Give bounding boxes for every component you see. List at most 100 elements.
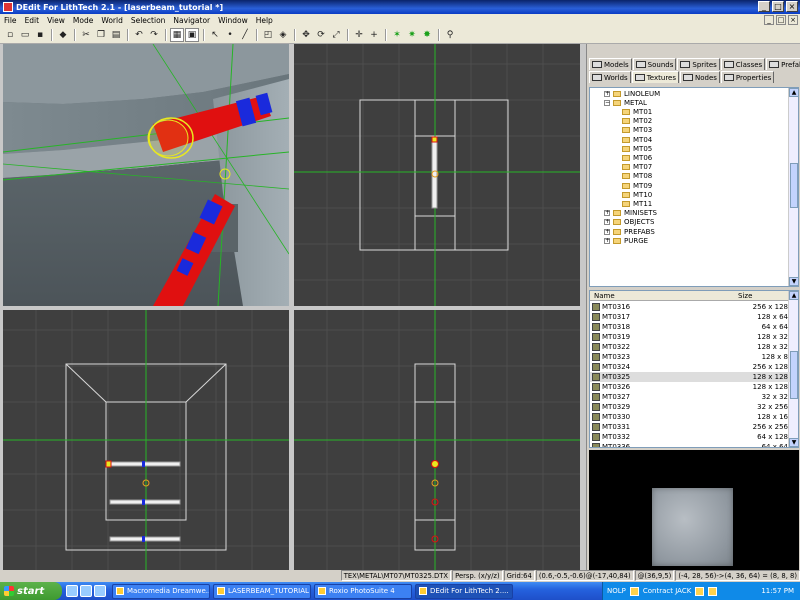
- green-burst-icon[interactable]: ✸: [420, 28, 434, 42]
- cube-icon[interactable]: ◆: [56, 28, 70, 42]
- grid-icon[interactable]: ▦: [170, 28, 184, 42]
- open-icon[interactable]: ▭: [18, 28, 32, 42]
- tree-item[interactable]: + MINISETS: [604, 209, 657, 218]
- side-viewport[interactable]: [294, 310, 580, 570]
- menu-view[interactable]: View: [43, 16, 69, 25]
- minimize-button[interactable]: _: [758, 1, 770, 12]
- tab-sounds[interactable]: Sounds: [632, 58, 677, 70]
- tab-sprites[interactable]: Sprites: [677, 58, 720, 70]
- marker-icon[interactable]: ✛: [352, 28, 366, 42]
- tree-item[interactable]: MT06: [622, 153, 652, 162]
- menu-mode[interactable]: Mode: [69, 16, 97, 25]
- top-viewport[interactable]: [294, 44, 580, 306]
- menu-file[interactable]: File: [0, 16, 21, 25]
- undo-icon[interactable]: ↶: [132, 28, 146, 42]
- column-name[interactable]: Name: [594, 292, 615, 300]
- scroll-down-arrow[interactable]: ▼: [789, 277, 798, 286]
- collapse-icon[interactable]: −: [604, 99, 610, 106]
- start-button[interactable]: start: [0, 582, 62, 600]
- taskbar-button[interactable]: LASERBEAM_TUTORIAL: [213, 583, 311, 599]
- tree-item[interactable]: MT09: [622, 181, 652, 190]
- column-size[interactable]: Size: [738, 292, 752, 300]
- taskbar-button[interactable]: Macromedia Dreamwe...: [112, 583, 210, 599]
- tree-item[interactable]: MT03: [622, 126, 652, 135]
- edge-icon[interactable]: ╱: [238, 28, 252, 42]
- taskbar-button[interactable]: Roxio PhotoSuite 4: [314, 583, 412, 599]
- texture-row[interactable]: MT0322 128 x 32: [590, 342, 790, 352]
- scroll-thumb[interactable]: [790, 351, 798, 399]
- texture-row[interactable]: MT0318 64 x 64: [590, 322, 790, 332]
- perspective-viewport[interactable]: [3, 44, 289, 306]
- tree-item[interactable]: + OBJECTS: [604, 218, 654, 227]
- tab-nodes[interactable]: Nodes: [680, 71, 720, 83]
- texture-row[interactable]: MT0319 128 x 32: [590, 332, 790, 342]
- mdi-restore-button[interactable]: □: [776, 15, 786, 25]
- cut-icon[interactable]: ✂: [79, 28, 93, 42]
- tray-network-icon[interactable]: [708, 586, 718, 596]
- menu-window[interactable]: Window: [214, 16, 252, 25]
- redo-icon[interactable]: ↷: [147, 28, 161, 42]
- scale-icon[interactable]: ⤢: [329, 28, 343, 42]
- tab-worlds[interactable]: Worlds: [589, 71, 631, 83]
- tree-item[interactable]: MT11: [622, 199, 652, 208]
- texture-row[interactable]: MT0325 128 x 128: [590, 372, 790, 382]
- menu-edit[interactable]: Edit: [21, 16, 44, 25]
- texture-list[interactable]: Name Size ▲ ▼ MT0316 256 x 128 MT0317 128 x…: [589, 290, 799, 448]
- expand-icon[interactable]: +: [604, 237, 610, 244]
- menu-navigator[interactable]: Navigator: [169, 16, 214, 25]
- texture-row[interactable]: MT0332 64 x 128: [590, 432, 790, 442]
- scroll-up-arrow[interactable]: ▲: [789, 88, 798, 97]
- tree-item[interactable]: MT07: [622, 163, 652, 172]
- media-icon[interactable]: [94, 585, 106, 597]
- object-icon[interactable]: ◈: [276, 28, 290, 42]
- taskbar-button[interactable]: DEdit For LithTech 2....: [415, 583, 513, 599]
- tray-app-icon[interactable]: [629, 586, 639, 596]
- texture-row[interactable]: MT0330 128 x 16: [590, 412, 790, 422]
- tab-properties[interactable]: Properties: [720, 71, 775, 83]
- close-button[interactable]: ×: [786, 1, 798, 12]
- rotate-icon[interactable]: ⟳: [314, 28, 328, 42]
- save-icon[interactable]: ▪: [33, 28, 47, 42]
- pin-icon[interactable]: ⚲: [443, 28, 457, 42]
- menu-help[interactable]: Help: [252, 16, 277, 25]
- tree-item[interactable]: MT04: [622, 135, 652, 144]
- texture-row[interactable]: MT0336 64 x 64: [590, 442, 790, 447]
- tree-item[interactable]: MT01: [622, 107, 652, 116]
- face-icon[interactable]: ◰: [261, 28, 275, 42]
- brush-icon[interactable]: ▣: [185, 28, 199, 42]
- texture-row[interactable]: MT0327 32 x 32: [590, 392, 790, 402]
- mdi-minimize-button[interactable]: _: [764, 15, 774, 25]
- plus-icon[interactable]: +: [367, 28, 381, 42]
- tree-item[interactable]: + PURGE: [604, 236, 648, 245]
- new-icon[interactable]: ▫: [3, 28, 17, 42]
- menu-selection[interactable]: Selection: [127, 16, 170, 25]
- select-icon[interactable]: ↖: [208, 28, 222, 42]
- tree-item[interactable]: MT02: [622, 117, 652, 126]
- expand-icon[interactable]: +: [604, 228, 610, 235]
- tree-item[interactable]: MT08: [622, 172, 652, 181]
- tree-scrollbar[interactable]: ▲ ▼: [788, 88, 798, 286]
- tab-prefabs[interactable]: Prefabs: [766, 58, 800, 70]
- scroll-thumb[interactable]: [790, 163, 798, 208]
- ie-icon[interactable]: [80, 585, 92, 597]
- vertex-icon[interactable]: •: [223, 28, 237, 42]
- texture-row[interactable]: MT0316 256 x 128: [590, 302, 790, 312]
- maximize-button[interactable]: □: [772, 1, 784, 12]
- tab-classes[interactable]: Classes: [720, 58, 766, 70]
- expand-icon[interactable]: +: [604, 219, 610, 226]
- paste-icon[interactable]: ▤: [109, 28, 123, 42]
- texture-folder-tree[interactable]: ▲ ▼ + LINOLEUM − METAL MT01 MT02 MT03 MT04 MT05 M…: [589, 87, 799, 287]
- desktop-icon[interactable]: [66, 585, 78, 597]
- texture-row[interactable]: MT0323 128 x 8: [590, 352, 790, 362]
- texture-row[interactable]: MT0326 128 x 128: [590, 382, 790, 392]
- tray-contact[interactable]: Contract JACK: [643, 587, 691, 595]
- clock[interactable]: 11:57 PM: [761, 587, 794, 595]
- texture-row[interactable]: MT0331 256 x 256: [590, 422, 790, 432]
- scroll-down-arrow[interactable]: ▼: [789, 438, 798, 447]
- tree-item[interactable]: + PREFABS: [604, 227, 655, 236]
- texture-row[interactable]: MT0324 256 x 128: [590, 362, 790, 372]
- tree-item[interactable]: MT05: [622, 144, 652, 153]
- copy-icon[interactable]: ❐: [94, 28, 108, 42]
- tab-models[interactable]: Models: [589, 58, 632, 70]
- move-icon[interactable]: ✥: [299, 28, 313, 42]
